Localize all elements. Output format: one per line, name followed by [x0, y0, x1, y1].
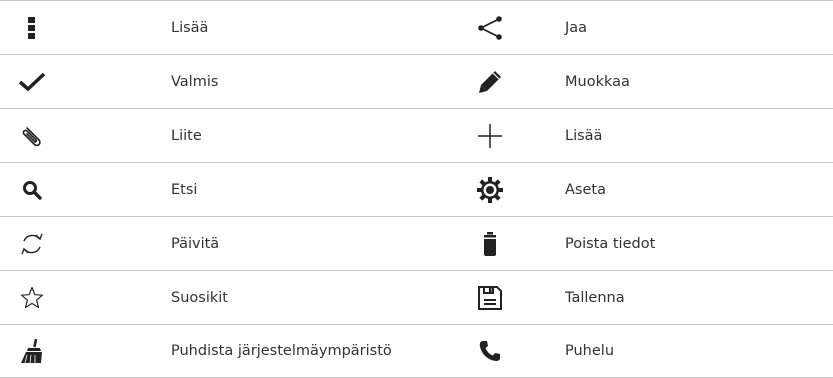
broom-icon [0, 325, 64, 377]
table-row: Lisää Jaa [0, 1, 833, 55]
star-icon [0, 271, 64, 324]
table-row: Puhdista järjestelmäympäristö Puhelu [0, 325, 833, 378]
trash-icon [458, 217, 522, 270]
icon-label: Poista tiedot [565, 235, 656, 252]
icon-label: Suosikit [171, 289, 228, 306]
refresh-icon [0, 217, 64, 270]
table-row: Valmis Muokkaa [0, 55, 833, 109]
icon-label: Muokkaa [565, 73, 630, 90]
icon-label: Etsi [171, 181, 198, 198]
gear-icon [458, 163, 522, 216]
more-icon [0, 1, 64, 54]
table-row: Suosikit Tallenna [0, 271, 833, 325]
icon-label: Jaa [565, 19, 588, 36]
icon-label: Puhdista järjestelmäympäristö [171, 343, 392, 359]
icon-label: Puhelu [565, 343, 615, 359]
paperclip-icon [0, 109, 64, 162]
share-icon [458, 1, 522, 54]
phone-icon [458, 325, 522, 377]
search-icon [0, 163, 64, 216]
plus-icon [458, 109, 522, 162]
icon-label: Päivitä [171, 235, 220, 252]
icon-label: Aseta [565, 181, 606, 198]
checkmark-icon [0, 55, 64, 108]
table-row: Etsi Aseta [0, 163, 833, 217]
table-row: Liite Lisää [0, 109, 833, 163]
icon-label: Valmis [171, 73, 219, 90]
table-row: Päivitä Poista tiedot [0, 217, 833, 271]
pencil-icon [458, 55, 522, 108]
save-icon [458, 271, 522, 324]
icon-label: Tallenna [565, 289, 625, 306]
icon-label: Lisää [171, 19, 209, 36]
icon-label: Liite [171, 127, 202, 144]
icon-reference-table: Lisää Jaa Valmis Muokkaa Liite Lisää Ets… [0, 0, 833, 378]
icon-label: Lisää [565, 127, 603, 144]
